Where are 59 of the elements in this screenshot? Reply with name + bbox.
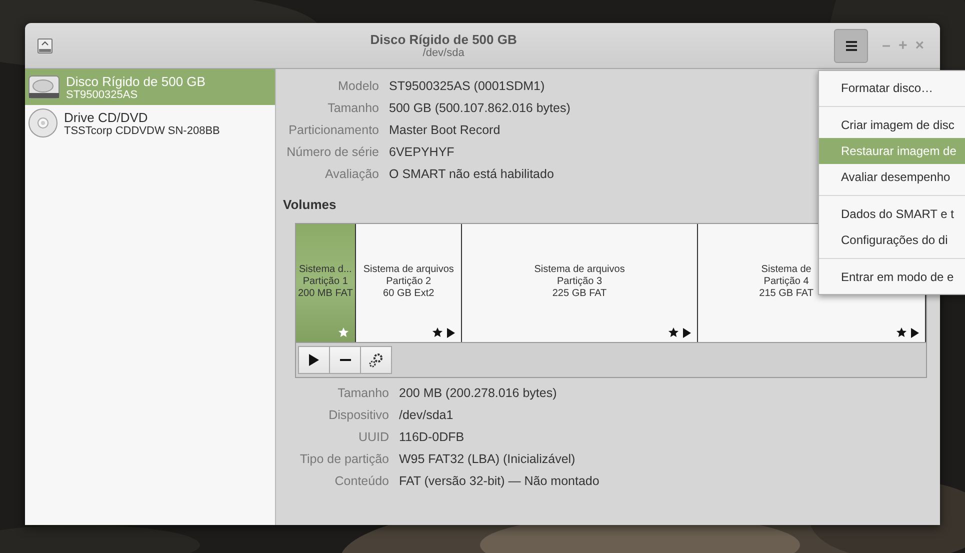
partition-label: Partição 4 [764,276,809,288]
field-label: Tamanho [328,101,379,115]
delete-button[interactable] [329,346,361,374]
minus-icon [340,359,350,361]
menu-item[interactable]: Criar imagem de disc [819,112,965,138]
star-icon [338,327,349,338]
partition-label: Sistema de arquivos [363,264,454,276]
partition-label: Partição 2 [386,276,432,288]
mount-button[interactable] [298,346,330,374]
drive-name: Disco Rígido de 500 GB [66,74,206,88]
star-icon [896,327,908,338]
menu-item[interactable]: Formatar disco… [819,75,965,101]
field-label: Modelo [338,79,379,93]
menu-button[interactable] [834,28,868,62]
field-label: Tipo de partição [300,452,389,466]
partition-label: Sistema de arquivos [534,264,625,276]
play-icon [309,354,319,366]
partition-label: 225 GB FAT [552,288,607,300]
menu-icon [846,40,857,50]
field-value: /dev/sda1 [399,408,454,422]
gears-icon [368,352,384,368]
field-value: O SMART não está habilitado [389,167,554,181]
field-label: Tamanho [338,386,389,400]
field-value: ST9500325AS (0001SDM1) [389,79,545,93]
partition-label: Sistema de [761,264,812,276]
partition-label: 200 MB FAT [298,288,353,300]
optical-disc-icon [28,108,58,138]
field-label: Dispositivo [328,408,389,422]
field-value: 500 GB (500.107.862.016 bytes) [389,101,570,115]
section-heading: Volumes [283,197,336,212]
field-value: 116D-0DFB [399,430,464,444]
window-subtitle: /dev/sda [422,47,464,59]
drive-name: Drive CD/DVD [64,110,149,124]
drive-list-item[interactable]: Drive CD/DVD TSSTcorp CDDVDW SN-208BB [25,105,275,141]
field-label: Número de série [286,145,379,159]
star-icon [668,327,679,338]
field-label: UUID [358,430,389,444]
star-icon [432,327,444,338]
field-label: Particionamento [288,123,379,137]
partition-label: Partição 3 [557,276,602,288]
field-label: Avaliação [325,167,379,181]
window-title: Disco Rígido de 500 GB [370,32,517,47]
settings-button[interactable] [360,346,392,374]
field-value: 6VEPYHYF [389,145,454,159]
field-value: W95 FAT32 (LBA) (Inicializável) [399,452,576,466]
field-label: Conteúdo [334,474,389,488]
drive-model: TSSTcorp CDDVDW SN-208BB [64,124,220,136]
field-value: FAT (versão 32-bit) — Não montado [399,474,600,488]
drive-model: ST9500325AS [66,88,138,100]
partition-label: 215 GB FAT [759,288,814,300]
partition-label: Partição 1 [302,276,348,288]
partition-block[interactable]: Sistema d... Partição 1 200 MB FAT [296,224,356,342]
field-value: Master Boot Record [389,123,500,137]
menu-item[interactable]: Dados do SMART e t [819,201,965,227]
partition-label: Sistema d... [298,264,352,276]
disk-utility-icon [37,38,53,54]
partition-label: 60 GB Ext2 [383,288,434,300]
menu-item[interactable]: Avaliar desempenho [819,164,965,190]
field-value: 200 MB (200.278.016 bytes) [399,386,557,400]
